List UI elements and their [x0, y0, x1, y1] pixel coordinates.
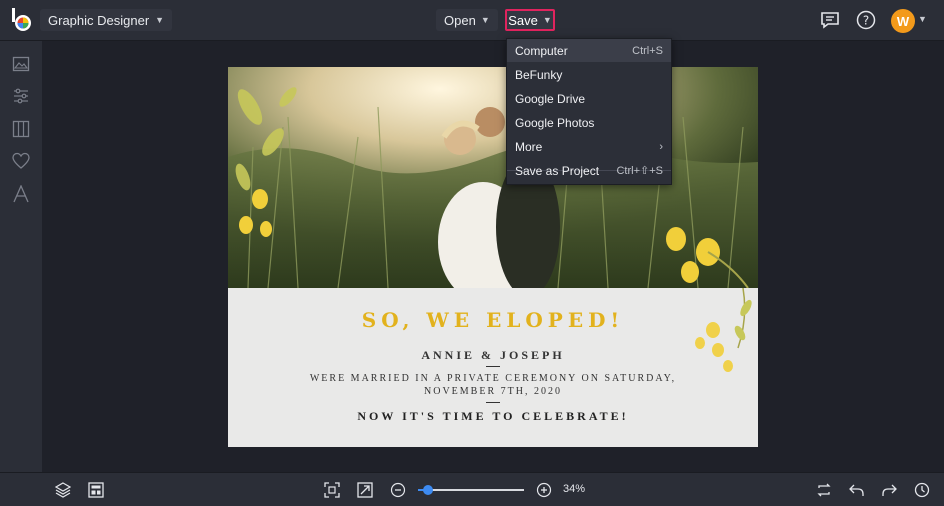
menu-item-computer[interactable]: Computer Ctrl+S: [507, 39, 671, 62]
menu-item-google-drive[interactable]: Google Drive: [507, 87, 671, 110]
save-label: Save: [508, 12, 538, 28]
chat-icon[interactable]: [820, 10, 840, 30]
card-celebrate: NOW IT'S TIME TO CELEBRATE!: [357, 409, 629, 423]
chevron-down-icon: ▼: [480, 15, 490, 25]
menu-item-shortcut: Ctrl+S: [632, 44, 663, 57]
zoom-slider-handle[interactable]: [422, 485, 433, 495]
chevron-down-icon: ▼: [155, 15, 165, 25]
redo-icon[interactable]: [881, 482, 897, 498]
save-button[interactable]: Save ▼: [505, 9, 555, 31]
zoom-slider-track[interactable]: [418, 489, 524, 491]
history-icon[interactable]: [914, 482, 930, 498]
save-dropdown-menu: Computer Ctrl+S BeFunky Google Drive Goo…: [506, 38, 672, 185]
fit-to-screen-icon[interactable]: [324, 482, 340, 498]
swap-icon[interactable]: [816, 482, 832, 498]
zoom-out-icon[interactable]: [390, 482, 406, 498]
menu-item-shortcut: Ctrl+⇧+S: [616, 165, 663, 177]
menu-item-more[interactable]: More ›: [507, 135, 671, 158]
open-label: Open: [444, 12, 476, 28]
zoom-in-icon[interactable]: [536, 482, 552, 498]
menu-item-google-photos[interactable]: Google Photos: [507, 111, 671, 134]
card-names: ANNIE & JOSEPH: [421, 348, 565, 362]
heart-icon[interactable]: [12, 152, 30, 170]
divider: [486, 402, 500, 403]
menu-item-label: Computer: [515, 43, 568, 58]
help-icon[interactable]: ?: [856, 10, 876, 30]
invitation-card[interactable]: SO, WE ELOPED! ANNIE & JOSEPH WERE MARRI…: [228, 67, 758, 447]
layout-icon[interactable]: [88, 482, 104, 498]
chevron-right-icon: ›: [659, 140, 663, 153]
menu-item-label: BeFunky: [515, 67, 563, 82]
card-married-line2: NOVEMBER 7TH, 2020: [424, 386, 562, 397]
card-headline: SO, WE ELOPED!: [361, 308, 625, 332]
sliders-icon[interactable]: [12, 87, 30, 105]
card-married-line1: WERE MARRIED IN A PRIVATE CEREMONY ON SA…: [309, 373, 677, 384]
menu-item-label: Save as Project: [515, 163, 600, 178]
menu-item-label: Google Drive: [515, 91, 586, 106]
divider: [486, 366, 500, 367]
columns-icon[interactable]: [12, 120, 30, 138]
workspace-label: Graphic Designer: [48, 12, 150, 28]
menu-item-befunky[interactable]: BeFunky: [507, 63, 671, 86]
avatar[interactable]: W: [891, 9, 915, 33]
text-icon[interactable]: [12, 185, 30, 203]
chevron-down-icon[interactable]: ▼: [918, 14, 927, 24]
card-married-text: WERE MARRIED IN A PRIVATE CEREMONY ON SA…: [288, 372, 698, 398]
workspace-dropdown[interactable]: Graphic Designer ▼: [40, 9, 173, 31]
menu-item-label: More: [515, 139, 543, 154]
image-icon[interactable]: [12, 55, 30, 73]
chevron-down-icon: ▼: [542, 15, 552, 25]
top-bar: Graphic Designer ▼ Open ▼ Save ▼ ? W ▼: [0, 0, 944, 41]
couple-photo[interactable]: [228, 67, 758, 288]
zoom-level-label: 34%: [563, 483, 586, 495]
undo-icon[interactable]: [849, 482, 865, 498]
menu-item-save-as-project[interactable]: Save as Project Ctrl+⇧+S: [507, 159, 671, 182]
floral-decoration-icon: [695, 288, 752, 372]
open-button[interactable]: Open ▼: [436, 9, 498, 31]
left-toolbar: [0, 41, 42, 472]
card-text: SO, WE ELOPED! ANNIE & JOSEPH WERE MARRI…: [228, 288, 758, 447]
menu-item-label: Google Photos: [515, 115, 595, 130]
avatar-initial: W: [896, 13, 910, 29]
actual-size-icon[interactable]: [357, 482, 373, 498]
bottom-bar: 34%: [0, 472, 944, 506]
layers-icon[interactable]: [55, 482, 71, 498]
befunky-logo-icon[interactable]: [8, 7, 34, 33]
svg-text:?: ?: [863, 14, 869, 28]
